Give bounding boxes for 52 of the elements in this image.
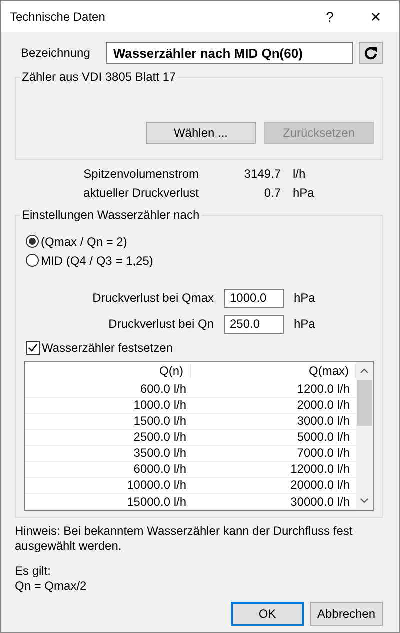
ok-button[interactable]: OK xyxy=(231,602,304,626)
radio-option[interactable]: MID (Q4 / Q3 = 1,25) xyxy=(26,251,154,270)
pressure-field[interactable]: 1000.0 xyxy=(224,288,284,308)
pressure-field[interactable]: 250.0 xyxy=(224,314,284,334)
refresh-icon xyxy=(364,46,378,60)
cancel-button[interactable]: Abbrechen xyxy=(310,602,383,626)
reading-label: aktueller Druckverlust xyxy=(82,186,199,200)
table-cell-text: 3000.0 l/h xyxy=(296,414,351,428)
table-cell-text: 2500.0 l/h xyxy=(132,430,188,444)
rule-formula: Qn = Qmax/2 xyxy=(15,579,88,594)
unit-label: hPa xyxy=(294,317,316,331)
scroll-up-icon[interactable] xyxy=(360,368,369,374)
unit-label: hPa xyxy=(294,291,316,305)
field-label: Druckverlust bei Qmax xyxy=(92,291,214,305)
reading-unit: hPa xyxy=(293,186,316,200)
table-cell-text: 2000.0 l/h xyxy=(296,398,351,412)
table-cell-text: 1000.0 l/h xyxy=(132,398,188,412)
close-button[interactable]: ✕ xyxy=(353,1,399,32)
scroll-down-icon[interactable] xyxy=(360,498,369,504)
hint-text: Hinweis: Bei bekanntem Wasserzähler kann der Durchfluss fest ausgewählt werden. xyxy=(15,524,354,554)
designation-label: Bezeichnung xyxy=(21,46,90,60)
table-cell-text: 12000.0 l/h xyxy=(290,462,351,476)
help-button[interactable]: ? xyxy=(307,1,353,32)
choose-button[interactable]: Wählen ... xyxy=(146,122,256,144)
fix-checkbox[interactable]: Wasserzähler festsetzen xyxy=(26,338,173,357)
group-title: Einstellungen Wasserzähler nach xyxy=(21,208,201,222)
table-cell-text: 15000.0 l/h xyxy=(126,494,188,509)
radio-option[interactable]: (Qmax / Qn = 2) xyxy=(26,232,128,251)
window-title: Technische Daten xyxy=(10,10,106,24)
table-cell-text: 1500.0 l/h xyxy=(132,414,188,428)
table-cell-text: 600.0 l/h xyxy=(139,382,188,396)
field-label: Druckverlust bei Qn xyxy=(108,317,214,331)
reading-unit: l/h xyxy=(293,166,307,180)
refresh-button[interactable] xyxy=(359,42,383,64)
group-title: Zähler aus VDI 3805 Blatt 17 xyxy=(21,70,178,84)
table-cell-text: 5000.0 l/h xyxy=(296,430,351,444)
table-cell-text: 20000.0 l/h xyxy=(290,478,351,492)
table-cell-text: 30000.0 l/h xyxy=(290,494,351,509)
table-cell-text: 7000.0 l/h xyxy=(296,446,351,460)
reading-label: Spitzenvolumenstrom xyxy=(82,166,199,180)
table-cell-text: 10000.0 l/h xyxy=(126,478,188,492)
reading-value: 0.7 xyxy=(263,186,281,200)
reading-value: 3149.7 xyxy=(243,166,281,180)
table-cell-text: 1200.0 l/h xyxy=(296,382,351,396)
rule-title: Es gilt: xyxy=(15,564,52,579)
scroll-thumb[interactable] xyxy=(357,380,372,426)
scrollbar[interactable] xyxy=(356,362,373,510)
table-cell-text: 3500.0 l/h xyxy=(132,446,188,460)
check-icon xyxy=(28,342,38,352)
table-cell-text: 6000.0 l/h xyxy=(132,462,188,476)
designation-field[interactable]: Wasserzähler nach MID Qn(60) xyxy=(106,42,353,64)
column-header[interactable]: Q(n) xyxy=(25,364,190,378)
